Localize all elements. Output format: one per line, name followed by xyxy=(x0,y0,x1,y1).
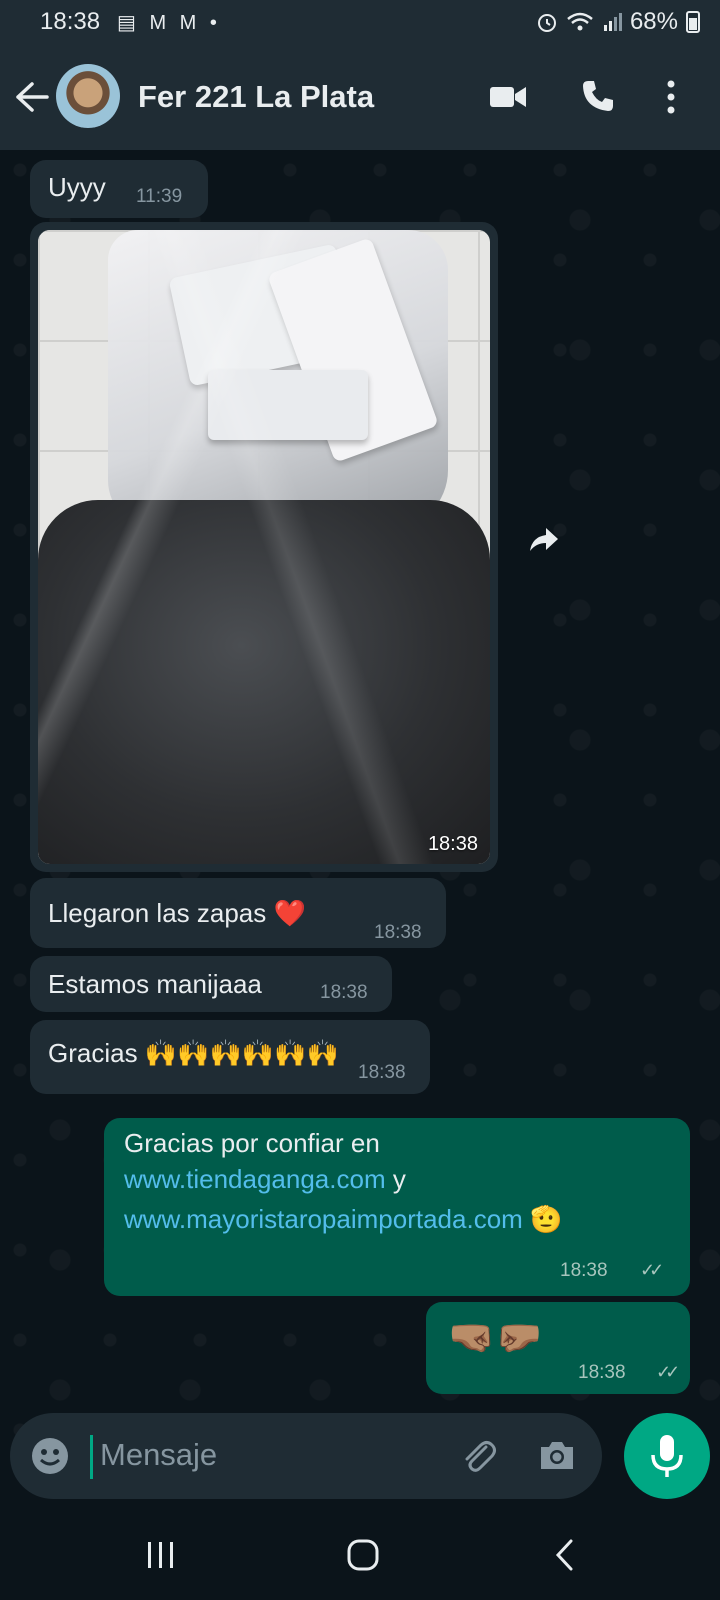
back-arrow-icon[interactable] xyxy=(14,80,50,114)
battery-percent: 68% xyxy=(629,8,678,35)
message-bubble-outgoing[interactable]: Gracias por confiar en www.tiendaganga.c… xyxy=(104,1118,690,1296)
avatar[interactable] xyxy=(56,64,120,128)
contact-name[interactable]: Fer 221 La Plata xyxy=(138,79,374,115)
salute-emoji: 🫡 xyxy=(530,1204,563,1234)
chat-header: Fer 221 La Plata xyxy=(0,44,720,150)
wifi-icon xyxy=(567,12,593,31)
message-text: Estamos manijaaa xyxy=(48,969,262,999)
recent-apps-icon[interactable] xyxy=(145,1540,177,1570)
message-bubble[interactable]: Estamos manijaaa 18:38 xyxy=(30,956,392,1012)
message-text: Gracias 🙌🙌🙌🙌🙌🙌 xyxy=(48,1038,340,1068)
message-bubble[interactable]: Gracias 🙌🙌🙌🙌🙌🙌 18:38 xyxy=(30,1020,430,1094)
battery-icon xyxy=(686,11,700,33)
shoe-package-photo[interactable]: 18:38 xyxy=(38,230,490,864)
camera-icon[interactable] xyxy=(537,1437,577,1473)
link-tiendaganga[interactable]: www.tiendaganga.com xyxy=(124,1164,386,1194)
status-time: 18:38 xyxy=(40,8,101,35)
message-bubble[interactable]: Llegaron las zapas ❤️ 18:38 xyxy=(30,878,446,948)
message-time: 18:38 xyxy=(427,833,478,855)
signal-icon xyxy=(603,13,622,31)
attach-icon[interactable] xyxy=(458,1435,498,1475)
message-time: 18:38 xyxy=(320,982,368,1003)
phone-icon[interactable] xyxy=(580,78,616,114)
notification-icons: ▤ M M • xyxy=(117,12,221,34)
video-call-icon[interactable] xyxy=(488,82,528,112)
more-options-icon[interactable] xyxy=(665,78,677,116)
message-text-line3: www.mayoristaropaimportada.com 🫡 xyxy=(124,1204,562,1235)
message-text-line2: www.tiendaganga.com y xyxy=(124,1164,406,1195)
text-cursor xyxy=(90,1435,93,1479)
chat-area[interactable]: Uyyy 11:39 18:38 Llegaron las zapas ❤️ 1… xyxy=(0,150,720,1490)
message-text: Llegaron las zapas ❤️ xyxy=(48,898,306,928)
microphone-button[interactable] xyxy=(624,1413,710,1499)
message-text: Uyyy xyxy=(48,172,106,202)
home-icon[interactable] xyxy=(346,1538,380,1572)
system-nav-bar xyxy=(0,1510,720,1600)
read-receipt-icon: ✓✓ xyxy=(640,1260,664,1280)
status-bar: 18:38 ▤ M M • 68% xyxy=(0,0,720,44)
message-text: Gracias por confiar en xyxy=(124,1128,380,1158)
emoji-icon[interactable] xyxy=(30,1436,70,1476)
message-input-bar: Mensaje xyxy=(10,1413,602,1499)
joiner-text: y xyxy=(385,1164,406,1194)
forward-icon[interactable] xyxy=(518,515,568,565)
link-mayoristaropaimportada[interactable]: www.mayoristaropaimportada.com xyxy=(124,1204,523,1234)
message-bubble[interactable]: Uyyy 11:39 xyxy=(30,160,208,218)
status-right: 68% xyxy=(536,8,700,36)
message-time: 18:38 xyxy=(374,922,422,943)
fist-bump-emoji: 🤜🏽🤛🏽 xyxy=(448,1317,543,1359)
message-time: 18:38 xyxy=(358,1062,406,1083)
message-time: 18:38 xyxy=(560,1260,608,1281)
alarm-icon xyxy=(537,14,556,32)
message-time: 11:39 xyxy=(136,186,183,207)
message-input[interactable]: Mensaje xyxy=(100,1437,217,1473)
read-receipt-icon: ✓✓ xyxy=(656,1362,680,1382)
microphone-icon xyxy=(651,1435,683,1477)
message-time: 18:38 xyxy=(578,1362,626,1383)
message-bubble-outgoing[interactable]: 🤜🏽🤛🏽 18:38 ✓✓ xyxy=(426,1302,690,1394)
back-nav-icon[interactable] xyxy=(553,1538,575,1572)
